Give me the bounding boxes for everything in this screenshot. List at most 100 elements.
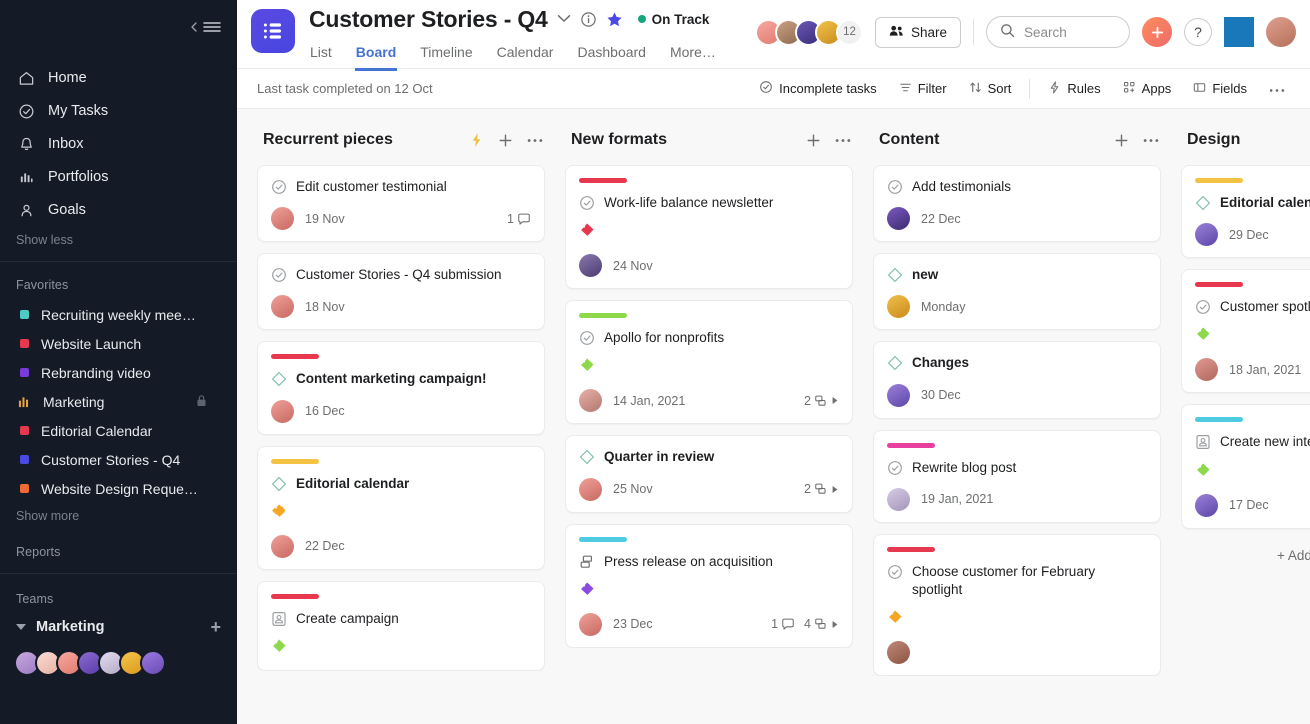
tab-more[interactable]: More… [669, 39, 717, 71]
sort-button[interactable]: Sort [960, 76, 1021, 102]
sidebar-item-home[interactable]: Home [0, 62, 237, 94]
task-card[interactable]: Customer spotlight 18 Jan, 2021 [1181, 269, 1310, 394]
favorite-item-recruiting[interactable]: Recruiting weekly mee… [0, 300, 237, 329]
sidebar-item-goals[interactable]: Goals [0, 194, 237, 226]
collapse-sidebar-icon[interactable] [189, 20, 221, 34]
member-count-badge[interactable]: 12 [835, 18, 863, 46]
avatar[interactable] [887, 295, 910, 319]
tab-dashboard[interactable]: Dashboard [576, 39, 647, 71]
lightning-icon[interactable] [469, 132, 484, 148]
app-shortcut-button[interactable] [1224, 17, 1254, 47]
create-button[interactable] [1142, 17, 1172, 47]
more-options-button[interactable] [1260, 76, 1294, 101]
chevron-down-icon[interactable] [557, 10, 571, 28]
comment-count[interactable]: 1 [507, 212, 531, 226]
card-due-date[interactable]: 22 Dec [921, 212, 961, 226]
diamond-icon[interactable] [271, 371, 287, 387]
avatar[interactable] [1195, 493, 1218, 517]
avatar[interactable] [271, 295, 294, 319]
avatar[interactable] [579, 612, 602, 636]
approval-icon[interactable] [579, 554, 595, 570]
fields-button[interactable]: Fields [1184, 76, 1256, 102]
search-input[interactable] [986, 16, 1130, 48]
rules-button[interactable]: Rules [1039, 76, 1109, 102]
diamond-icon[interactable] [579, 449, 595, 465]
avatar[interactable] [271, 534, 294, 558]
check-circle-icon[interactable] [1195, 299, 1211, 315]
check-circle-icon[interactable] [271, 179, 287, 195]
avatar[interactable] [271, 207, 294, 231]
avatar[interactable] [887, 487, 910, 511]
star-icon[interactable] [606, 11, 623, 28]
ellipsis-icon[interactable] [1143, 138, 1159, 143]
check-circle-icon[interactable] [887, 179, 903, 195]
diamond-icon[interactable] [887, 355, 903, 371]
task-card[interactable]: Create new internal design 17 Dec [1181, 404, 1310, 529]
apps-button[interactable]: Apps [1114, 76, 1181, 102]
diamond-icon[interactable] [1195, 195, 1211, 211]
task-card[interactable]: Work-life balance newsletter 24 Nov [565, 165, 853, 290]
reports-heading[interactable]: Reports [0, 523, 237, 567]
subtask-count[interactable]: 4 [804, 617, 839, 631]
task-card[interactable]: Create campaign [257, 580, 545, 672]
tab-timeline[interactable]: Timeline [419, 39, 473, 71]
status-badge[interactable]: On Track [637, 12, 709, 27]
card-due-date[interactable]: Monday [921, 300, 965, 314]
help-button[interactable]: ? [1184, 18, 1212, 46]
info-icon[interactable] [580, 11, 597, 28]
show-less-link[interactable]: Show less [0, 227, 237, 247]
card-due-date[interactable]: 29 Dec [1229, 228, 1269, 242]
avatar[interactable] [579, 477, 602, 501]
chevron-down-icon[interactable] [16, 624, 26, 630]
avatar[interactable] [887, 641, 910, 665]
card-due-date[interactable]: 24 Nov [613, 259, 653, 273]
favorite-item-website-design-requests[interactable]: Website Design Reque… [0, 474, 237, 503]
card-due-date[interactable]: 30 Dec [921, 388, 961, 402]
card-due-date[interactable]: 23 Dec [613, 617, 653, 631]
avatar[interactable] [1195, 358, 1218, 382]
task-card[interactable]: Apollo for nonprofits 14 Jan, 2021 2 [565, 300, 853, 425]
diamond-icon[interactable] [887, 267, 903, 283]
ellipsis-icon[interactable] [835, 138, 851, 143]
check-circle-icon[interactable] [271, 267, 287, 283]
task-card[interactable]: Quarter in review 25 Nov 2 [565, 435, 853, 513]
sidebar-item-inbox[interactable]: Inbox [0, 128, 237, 160]
task-card[interactable]: Changes 30 Dec [873, 341, 1161, 419]
filter-button[interactable]: Filter [890, 76, 956, 102]
task-card[interactable]: Add testimonials 22 Dec [873, 165, 1161, 243]
tab-calendar[interactable]: Calendar [496, 39, 555, 71]
avatar[interactable] [140, 650, 166, 676]
favorite-item-customer-stories-q4[interactable]: Customer Stories - Q4 [0, 445, 237, 474]
team-marketing[interactable]: Marketing + [0, 612, 237, 642]
favorite-item-website-launch[interactable]: Website Launch [0, 329, 237, 358]
check-circle-icon[interactable] [579, 195, 595, 211]
card-due-date[interactable]: 19 Nov [305, 212, 345, 226]
tab-list[interactable]: List [309, 39, 333, 71]
card-due-date[interactable]: 18 Nov [305, 300, 345, 314]
avatar[interactable] [579, 389, 602, 413]
avatar[interactable] [1266, 17, 1296, 47]
add-task-icon[interactable] [1114, 133, 1129, 148]
share-button[interactable]: Share [874, 16, 961, 48]
favorite-item-rebranding-video[interactable]: Rebranding video [0, 358, 237, 387]
add-task-button[interactable]: + Add task [1181, 542, 1310, 569]
diamond-icon[interactable] [271, 476, 287, 492]
subtask-count[interactable]: 2 [804, 482, 839, 496]
task-card[interactable]: Press release on acquisition 23 Dec 1 4 [565, 523, 853, 648]
comment-count[interactable]: 1 [771, 617, 795, 631]
show-more-link[interactable]: Show more [0, 503, 237, 523]
card-due-date[interactable]: 17 Dec [1229, 498, 1269, 512]
avatar[interactable] [579, 254, 602, 278]
search-field[interactable] [1024, 24, 1116, 40]
approval-icon[interactable] [271, 611, 287, 627]
task-card[interactable]: Rewrite blog post 19 Jan, 2021 [873, 429, 1161, 523]
task-card[interactable]: Customer Stories - Q4 submission 18 Nov [257, 253, 545, 331]
card-due-date[interactable]: 18 Jan, 2021 [1229, 363, 1301, 377]
card-due-date[interactable]: 16 Dec [305, 404, 345, 418]
add-to-team-icon[interactable]: + [210, 618, 221, 636]
check-circle-icon[interactable] [579, 330, 595, 346]
task-card[interactable]: Editorial calendar 29 Dec [1181, 165, 1310, 259]
card-due-date[interactable]: 14 Jan, 2021 [613, 394, 685, 408]
add-task-icon[interactable] [498, 133, 513, 148]
ellipsis-icon[interactable] [527, 138, 543, 143]
